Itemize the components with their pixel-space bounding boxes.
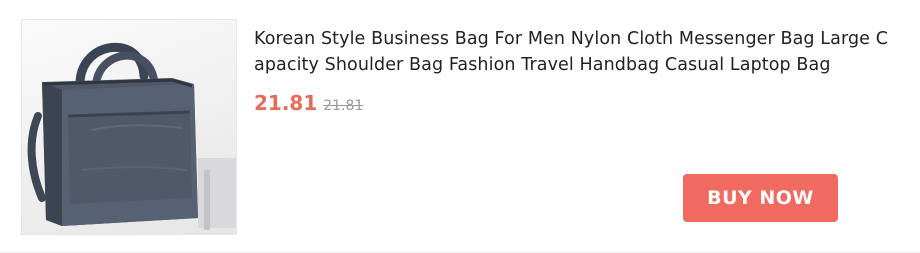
price-row: 21.81 21.81 bbox=[254, 91, 363, 115]
bag-photo-icon bbox=[27, 42, 236, 230]
buy-now-button[interactable]: BUY NOW bbox=[683, 174, 838, 222]
product-card: Korean Style Business Bag For Men Nylon … bbox=[0, 0, 920, 253]
sale-price: 21.81 bbox=[254, 91, 318, 115]
product-title[interactable]: Korean Style Business Bag For Men Nylon … bbox=[254, 26, 894, 78]
original-price: 21.81 bbox=[323, 98, 364, 114]
product-image[interactable] bbox=[21, 19, 237, 235]
